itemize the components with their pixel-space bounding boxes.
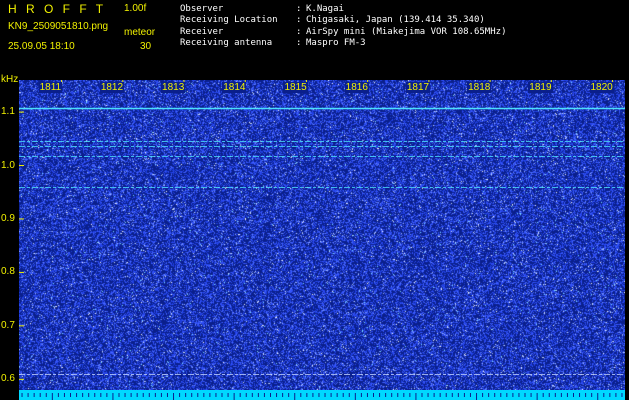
y-axis-unit: kHz bbox=[1, 74, 19, 85]
x-tick-label: 1818 bbox=[467, 82, 492, 93]
x-tick-label: 1815 bbox=[283, 82, 308, 93]
info-value-location: Chigasaki, Japan (139.414 35.340) bbox=[306, 15, 485, 25]
info-key-antenna: Receiving antenna bbox=[180, 38, 273, 48]
capture-timestamp: 25.09.05 18:10 bbox=[8, 41, 75, 52]
info-sep-observer: : bbox=[296, 4, 302, 14]
x-tick-label: 1813 bbox=[161, 82, 186, 93]
y-tick-label: 0.8 bbox=[1, 266, 15, 278]
spectrogram-baseline bbox=[19, 390, 625, 400]
y-tick-label: 0.6 bbox=[1, 373, 15, 385]
app-version: 1.00f bbox=[124, 3, 147, 14]
info-sep-location: : bbox=[296, 15, 302, 25]
y-tick-label: 0.7 bbox=[1, 319, 15, 331]
info-sep-antenna: : bbox=[296, 38, 302, 48]
baseline-ticks bbox=[21, 393, 623, 400]
x-tick-label: 1816 bbox=[344, 82, 369, 93]
spectrogram-overlay bbox=[19, 80, 625, 380]
x-tick-label: 1812 bbox=[99, 82, 125, 93]
info-sep-receiver: : bbox=[296, 27, 302, 37]
x-tick-label: 1811 bbox=[38, 82, 63, 93]
y-tick-label: 1.1 bbox=[1, 106, 15, 118]
info-value-observer: K.Nagai bbox=[306, 4, 344, 14]
x-tick-label: 1814 bbox=[222, 82, 247, 93]
mode-label: meteor bbox=[124, 27, 156, 38]
y-tick-label: 1.0 bbox=[1, 159, 15, 171]
info-value-antenna: Maspro FM-3 bbox=[306, 38, 366, 48]
hroft-screen: H R O F F T 1.00f KN9_2509051810.png met… bbox=[0, 0, 629, 400]
spectrogram-plot bbox=[19, 80, 625, 390]
mode-value: 30 bbox=[140, 41, 152, 52]
info-key-observer: Observer bbox=[180, 4, 224, 14]
app-brand: H R O F F T bbox=[8, 2, 107, 16]
x-tick-label: 1819 bbox=[528, 82, 553, 93]
info-key-receiver: Receiver bbox=[180, 27, 224, 37]
x-tick-label: 1817 bbox=[405, 82, 431, 93]
y-tick-label: 0.9 bbox=[1, 212, 15, 224]
x-tick-label: 1820 bbox=[589, 82, 614, 93]
info-value-receiver: AirSpy mini (Miakejima VOR 108.65MHz) bbox=[306, 27, 507, 37]
info-key-location: Receiving Location bbox=[180, 15, 278, 25]
image-filename: KN9_2509051810.png bbox=[8, 21, 109, 32]
